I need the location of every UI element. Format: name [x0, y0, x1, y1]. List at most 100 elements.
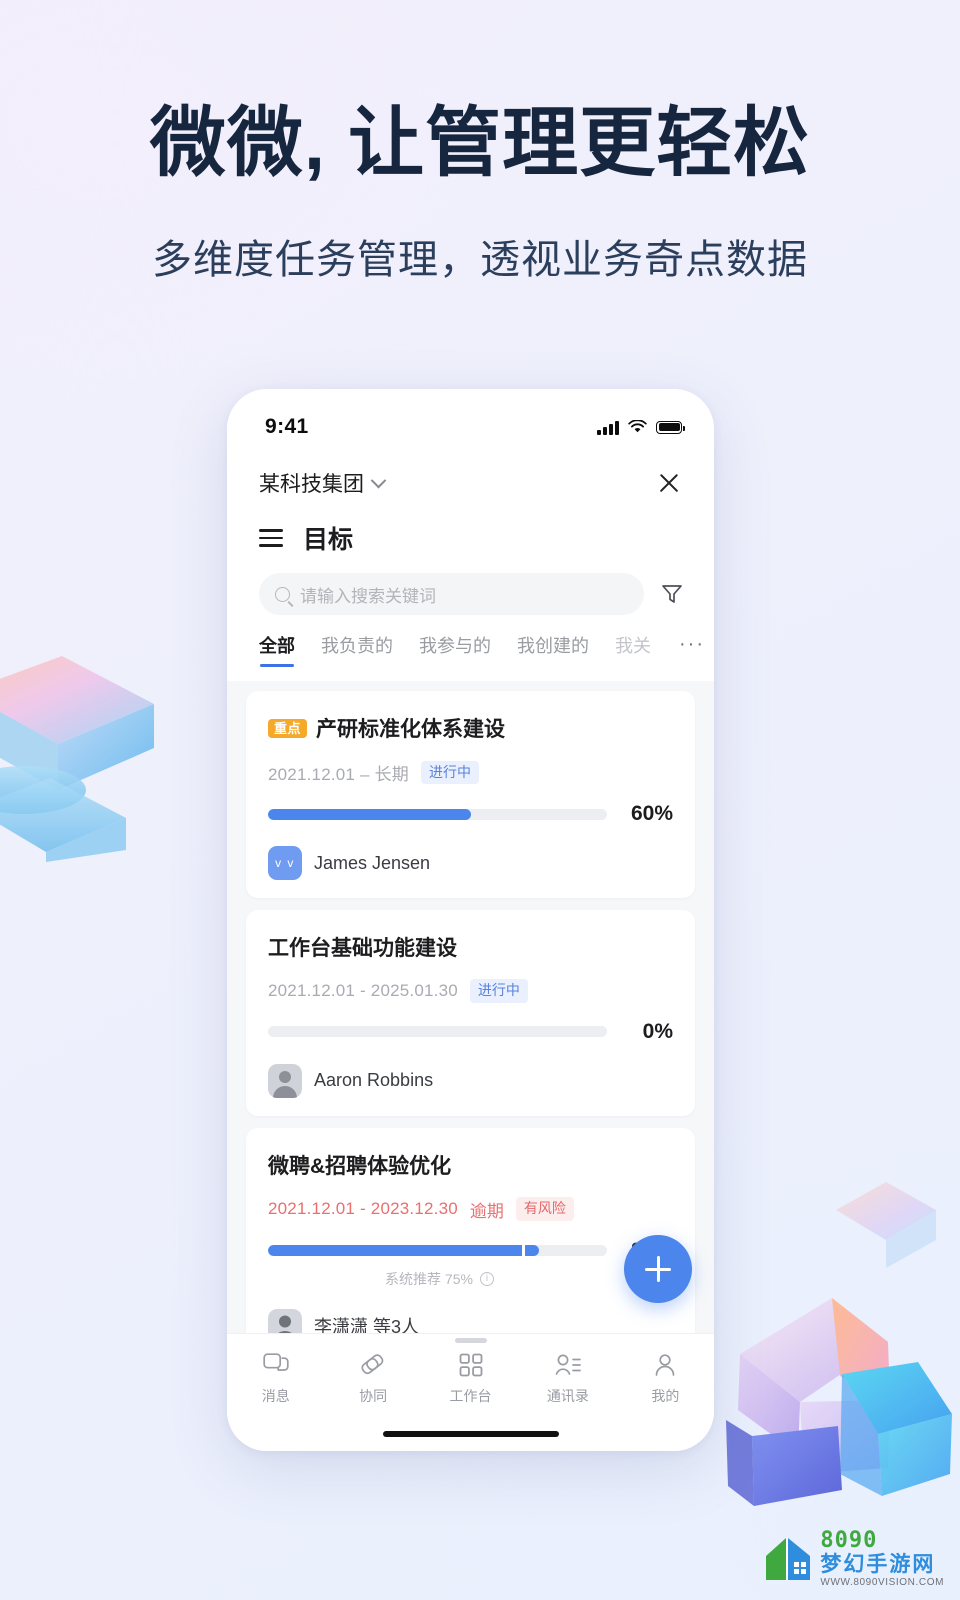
tab-following[interactable]: 我关 [615, 632, 651, 667]
nav-label: 通讯录 [546, 1388, 589, 1404]
tab-created[interactable]: 我创建的 [517, 632, 589, 667]
collaborate-diamond-icon [360, 1352, 386, 1378]
bottom-navigation: 消息 协同 工作台 通讯录 我的 [227, 1333, 714, 1451]
status-bar-time: 9:41 [265, 415, 309, 438]
nav-item-collaborate[interactable]: 协同 [324, 1352, 421, 1406]
drag-handle [454, 1338, 487, 1343]
card-meta-row: 2021.12.01 – 长期 进行中 [268, 760, 673, 785]
grid-apps-icon [459, 1352, 483, 1378]
goal-date-range: 2021.12.01 - 2023.12.30 [268, 1199, 458, 1218]
progress-row: 60% [268, 802, 673, 826]
home-indicator [382, 1431, 559, 1437]
owner-row: 李潇潇 等3人 [268, 1308, 673, 1334]
owner-row: v v James Jensen [268, 846, 673, 880]
tab-responsible[interactable]: 我负责的 [321, 632, 393, 667]
page-subtitle: 多维度任务管理，透视业务奇点数据 [152, 238, 808, 283]
battery-full-icon [656, 420, 685, 434]
cellular-signal-icon [597, 420, 619, 435]
goal-title: 微聘&招聘体验优化 [268, 1154, 452, 1178]
nav-item-profile[interactable]: 我的 [617, 1352, 714, 1406]
nav-label: 工作台 [449, 1388, 492, 1404]
info-icon[interactable]: i [479, 1271, 494, 1286]
goal-date-range: 2021.12.01 – 长期 [268, 765, 409, 784]
progress-percent: 60% [630, 802, 673, 825]
watermark-url: WWW.8090VISION.COM [820, 1577, 944, 1588]
overdue-label: 逾期 [469, 1201, 504, 1221]
goal-card[interactable]: 微聘&招聘体验优化 2021.12.01 - 2023.12.30 逾期 有风险… [246, 1127, 695, 1334]
chevron-down-icon [370, 472, 387, 488]
decorative-glass-shape-right-small [836, 1182, 936, 1268]
goal-list[interactable]: 重点 产研标准化体系建设 2021.12.01 – 长期 进行中 60% v v… [227, 681, 714, 1333]
search-icon [275, 586, 290, 602]
nav-label: 协同 [359, 1388, 388, 1404]
filter-funnel-icon[interactable] [660, 583, 684, 605]
progress-bar-fill [268, 1245, 540, 1256]
site-watermark: 8090 梦幻手游网 WWW.8090VISION.COM [756, 1524, 952, 1594]
recommendation-row: 系统推荐 75% i [268, 1269, 673, 1289]
watermark-title: 8090 [820, 1528, 878, 1553]
owner-name: 李潇潇 等3人 [314, 1316, 420, 1334]
org-name-label: 某科技集团 [259, 473, 364, 496]
house-logo-icon [766, 1538, 811, 1580]
app-screen: 9:41 某科技集团 目标 请输入搜索关键词 全部 我负责的 我参与的 我创建的… [227, 389, 714, 1451]
owner-row: Aaron Robbins [268, 1063, 673, 1098]
avatar[interactable] [268, 1063, 302, 1098]
phone-mockup: 9:41 某科技集团 目标 请输入搜索关键词 全部 我负责的 我参与的 我创建的… [227, 389, 714, 1451]
avatar[interactable]: v v [268, 846, 302, 880]
key-badge: 重点 [268, 718, 308, 738]
nav-item-contacts[interactable]: 通讯录 [519, 1352, 616, 1406]
status-bar: 9:41 [227, 389, 714, 451]
recommendation-label: 系统推荐 75% [385, 1270, 473, 1287]
owner-name: Aaron Robbins [314, 1070, 434, 1090]
nav-item-messages[interactable]: 消息 [227, 1352, 324, 1406]
org-bar: 某科技集团 [227, 451, 714, 505]
search-bar: 请输入搜索关键词 [227, 559, 714, 615]
add-goal-fab[interactable] [624, 1235, 692, 1303]
tab-overflow-button[interactable]: ··· [679, 633, 705, 665]
status-bar-icons [597, 420, 685, 435]
tab-all[interactable]: 全部 [259, 632, 295, 667]
card-meta-row: 2021.12.01 - 2023.12.30 逾期 有风险 [268, 1197, 673, 1222]
watermark-subtitle: 梦幻手游网 [820, 1553, 936, 1576]
owner-name: James Jensen [314, 852, 431, 873]
page-title: 微微, 让管理更轻松 [149, 101, 811, 186]
chat-bubble-icon [263, 1352, 289, 1378]
goal-title: 工作台基础功能建设 [268, 937, 457, 960]
goal-card[interactable]: 重点 产研标准化体系建设 2021.12.01 – 长期 进行中 60% v v… [246, 691, 695, 898]
nav-label: 我的 [651, 1388, 680, 1404]
tab-strip: 全部 我负责的 我参与的 我创建的 我关 ··· [227, 615, 714, 667]
progress-row: 80% [268, 1239, 673, 1263]
org-switcher[interactable]: 某科技集团 [259, 468, 387, 498]
card-title-row: 重点 产研标准化体系建设 [268, 713, 673, 743]
card-title-row: 微聘&招聘体验优化 [268, 1150, 673, 1180]
wifi-icon [628, 420, 647, 433]
person-icon [653, 1352, 677, 1378]
goal-card[interactable]: 工作台基础功能建设 2021.12.01 - 2025.01.30 进行中 0% [246, 910, 695, 1116]
search-input[interactable]: 请输入搜索关键词 [259, 573, 644, 615]
close-icon[interactable] [654, 468, 684, 498]
contacts-icon [555, 1352, 581, 1378]
hero-text-block: 微微, 让管理更轻松 多维度任务管理，透视业务奇点数据 [0, 104, 960, 285]
nav-label: 消息 [261, 1388, 290, 1404]
tab-participating[interactable]: 我参与的 [419, 632, 491, 667]
progress-bar [268, 1245, 607, 1256]
page-header: 目标 [227, 505, 714, 559]
goal-date-range: 2021.12.01 - 2025.01.30 [268, 980, 458, 1000]
progress-percent: 0% [642, 1019, 673, 1043]
card-meta-row: 2021.12.01 - 2025.01.30 进行中 [268, 979, 673, 1003]
progress-bar-fill [268, 808, 472, 820]
status-badge: 进行中 [420, 760, 479, 785]
recommended-progress-marker [522, 1245, 525, 1256]
risk-badge: 有风险 [515, 1197, 574, 1221]
nav-item-workbench[interactable]: 工作台 [422, 1352, 519, 1406]
goal-title: 产研标准化体系建设 [316, 718, 506, 741]
screen-title: 目标 [303, 526, 354, 554]
status-badge: 进行中 [469, 979, 528, 1003]
hamburger-menu-icon[interactable] [259, 529, 283, 547]
decorative-glass-shape-left [0, 656, 154, 862]
decorative-glass-cubes-right [726, 1298, 952, 1506]
progress-bar [268, 808, 607, 820]
search-placeholder: 请输入搜索关键词 [300, 586, 436, 606]
progress-bar [268, 1026, 607, 1037]
avatar[interactable] [268, 1308, 302, 1334]
